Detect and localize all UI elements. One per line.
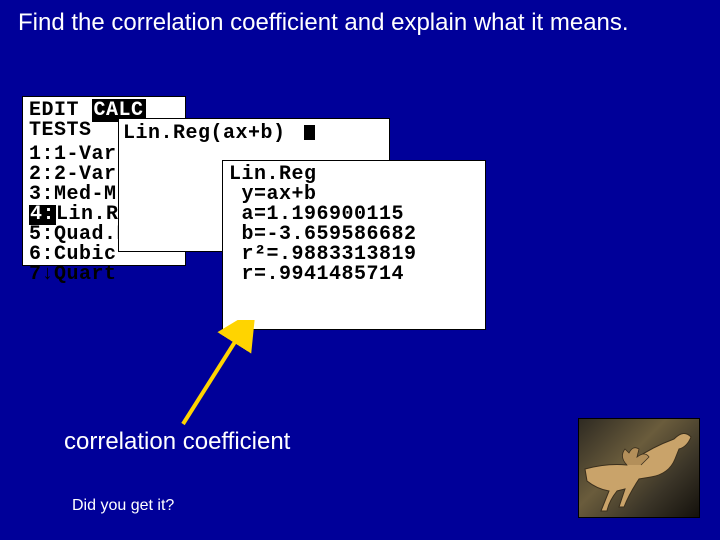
arrow-icon <box>177 320 257 430</box>
did-you-get-it-label: Did you get it? <box>72 497 174 515</box>
slide-title: Find the correlation coefficient and exp… <box>18 8 658 38</box>
calc-screen-output: Lin.Reg y=ax+b a=1.196900115 b=-3.659586… <box>222 160 486 330</box>
calc-tab-tests: TESTS <box>29 119 92 142</box>
slide: Find the correlation coefficient and exp… <box>0 0 720 540</box>
correlation-coefficient-label: correlation coefficient <box>64 428 290 456</box>
calc-output-body: Lin.Reg y=ax+b a=1.196900115 b=-3.659586… <box>223 161 485 291</box>
dinosaur-image <box>578 418 700 518</box>
cursor-icon <box>304 125 315 140</box>
calc-command-body: Lin.Reg(ax+b) <box>119 119 389 150</box>
